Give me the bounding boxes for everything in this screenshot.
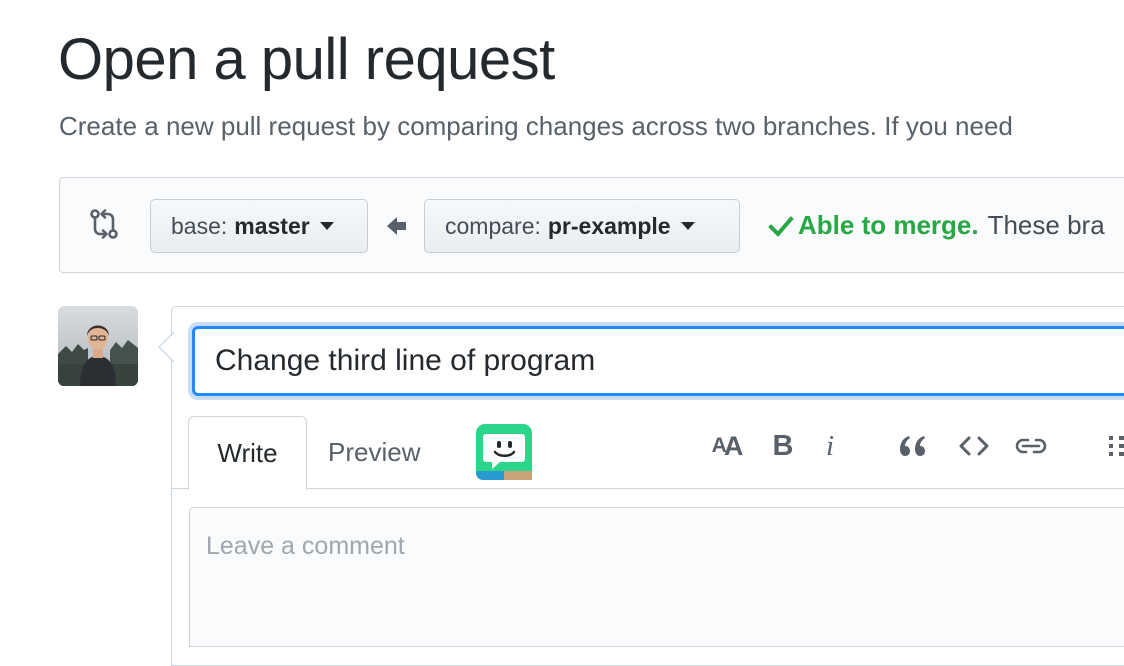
base-branch-button[interactable]: base: master	[150, 199, 368, 253]
heading-icon[interactable]: AA	[706, 428, 746, 464]
page-title: Open a pull request	[58, 27, 555, 92]
quote-icon[interactable]	[896, 428, 928, 464]
italic-icon[interactable]: i	[818, 428, 842, 464]
code-icon[interactable]	[958, 428, 990, 464]
merge-status-note: These bra	[987, 210, 1105, 240]
merge-status-ok: Able to merge.	[798, 210, 979, 240]
link-icon[interactable]	[1013, 428, 1049, 464]
arrow-left-icon	[387, 217, 406, 235]
discussion-pointer	[158, 332, 174, 362]
base-branch-value: master	[234, 212, 310, 239]
bold-icon[interactable]: B	[768, 428, 798, 464]
caret-down-icon	[680, 222, 695, 230]
page-subtitle: Create a new pull request by comparing c…	[59, 111, 1013, 141]
avatar[interactable]	[58, 306, 138, 386]
comment-textarea[interactable]	[189, 507, 1124, 647]
tab-preview[interactable]: Preview	[328, 437, 420, 468]
check-icon	[768, 215, 794, 237]
compare-branch-value: pr-example	[547, 212, 671, 239]
caret-down-icon	[319, 222, 334, 230]
base-branch-label: base:	[171, 212, 228, 239]
compare-branch-button[interactable]: compare: pr-example	[424, 199, 740, 253]
git-compare-icon	[90, 209, 118, 239]
list-icon[interactable]	[1104, 428, 1124, 464]
bot-extension-icon[interactable]	[476, 424, 532, 480]
merge-status: Able to merge. These bra	[768, 210, 1105, 241]
pr-title-input[interactable]	[192, 326, 1124, 396]
compare-branch-label: compare:	[445, 212, 541, 239]
tab-write[interactable]: Write	[188, 416, 307, 490]
tab-divider	[172, 488, 1124, 489]
